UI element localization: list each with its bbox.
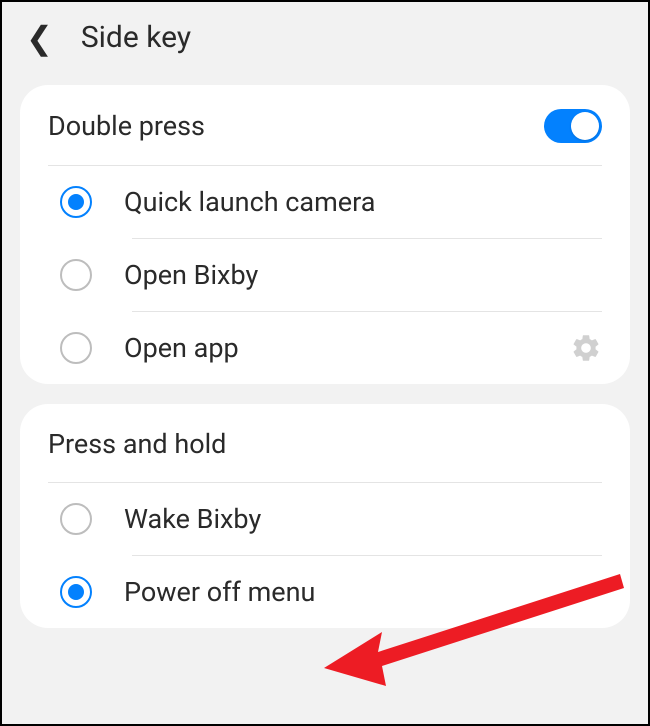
double-press-header: Double press [20,85,630,165]
radio-icon [60,259,92,291]
back-icon[interactable]: ❮ [26,22,53,54]
double-press-title: Double press [48,110,205,142]
option-label: Quick launch camera [124,186,602,218]
radio-icon [60,186,92,218]
press-and-hold-title: Press and hold [48,428,226,460]
option-open-app[interactable]: Open app [20,312,630,384]
option-quick-launch-camera[interactable]: Quick launch camera [20,166,630,238]
option-label: Open app [124,332,538,364]
option-label: Open Bixby [124,259,602,291]
option-wake-bixby[interactable]: Wake Bixby [20,483,630,555]
double-press-toggle[interactable] [544,109,602,143]
option-label: Wake Bixby [124,503,602,535]
radio-icon [60,332,92,364]
header: ❮ Side key [2,2,648,75]
double-press-section: Double press Quick launch camera Open Bi… [20,85,630,384]
gear-icon[interactable] [570,332,602,364]
option-power-off-menu[interactable]: Power off menu [20,556,630,628]
page-title: Side key [81,20,191,55]
radio-icon [60,576,92,608]
radio-icon [60,503,92,535]
option-label: Power off menu [124,576,602,608]
press-and-hold-header: Press and hold [20,404,630,482]
option-open-bixby[interactable]: Open Bixby [20,239,630,311]
press-and-hold-section: Press and hold Wake Bixby Power off menu [20,404,630,628]
toggle-knob [571,112,599,140]
